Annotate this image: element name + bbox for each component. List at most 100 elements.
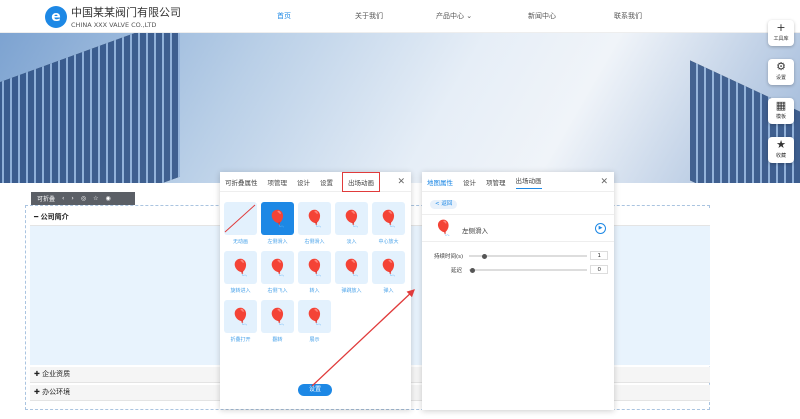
duration-slider[interactable] <box>469 253 587 259</box>
play-icon[interactable]: ▶ <box>595 223 606 234</box>
animation-label: 右侧滑入 <box>304 239 325 245</box>
animation-label: 弹入 <box>383 288 394 294</box>
no-animation-icon <box>224 202 257 235</box>
balloon-icon: 🎈 <box>261 300 294 333</box>
nav-products-label: 产品中心 <box>436 12 464 20</box>
animation-option[interactable]: 🎈 弹跳放入 <box>335 251 368 294</box>
gear-icon: ⚙ <box>776 60 786 73</box>
animation-label: 淡入 <box>346 239 357 245</box>
toolbox-label: 工具库 <box>773 36 789 42</box>
star-outline-icon[interactable]: ☆ <box>93 195 98 202</box>
animation-option[interactable]: 🎈 中心放大 <box>372 202 405 245</box>
template-label: 模板 <box>775 114 786 120</box>
banner-image <box>0 33 800 183</box>
section-title: 办公环境 <box>42 388 71 396</box>
animation-option[interactable]: 🎈 旋转进入 <box>224 251 257 294</box>
animation-option[interactable]: 🎈 右侧飞入 <box>261 251 294 294</box>
tab-items[interactable]: 项管理 <box>486 177 506 187</box>
nav-about[interactable]: 关于我们 <box>355 11 383 21</box>
balloon-icon: 🎈 <box>298 300 331 333</box>
logo-cn: 中国某某阀门有限公司 <box>71 6 181 19</box>
back-button[interactable]: < 返回 <box>430 200 458 209</box>
fold-toolbar-label: 可折叠 <box>37 196 56 203</box>
animation-label: 折叠打开 <box>230 337 251 343</box>
settings-button[interactable]: ⚙ 设置 <box>768 59 794 85</box>
delay-slider[interactable] <box>469 267 587 273</box>
tab-entrance-animation[interactable]: 出场动画 <box>515 175 542 189</box>
tab-settings[interactable]: 设置 <box>320 177 333 187</box>
section-title: 企业资质 <box>42 370 71 378</box>
tab-fold-props[interactable]: 可折叠属性 <box>225 177 258 187</box>
close-icon[interactable]: ✕ <box>600 177 608 187</box>
template-icon: ▦ <box>775 99 787 112</box>
logo-icon: e <box>45 5 67 28</box>
animation-name: 左侧滑入 <box>462 227 488 235</box>
animation-option[interactable]: 🎈 淡入 <box>335 202 368 245</box>
logo[interactable]: e 中国某某阀门有限公司 CHINA XXX VALVE CO.,LTD <box>45 4 181 29</box>
favorite-label: 收藏 <box>775 153 786 159</box>
balloon-icon: 🎈 <box>372 251 405 284</box>
balloon-icon: 🎈 <box>261 202 294 235</box>
animation-option[interactable]: 🎈 转入 <box>298 251 331 294</box>
layers-icon[interactable]: ◎ <box>81 195 86 202</box>
animation-option[interactable]: 🎈 折叠打开 <box>224 300 257 343</box>
balloon-icon: 🎈 <box>335 202 368 235</box>
animation-option[interactable]: 🎈 左侧滑入 <box>261 202 294 245</box>
animation-label: 翻转 <box>272 337 283 343</box>
nav-products[interactable]: 产品中心 ⌄ <box>436 11 472 21</box>
animation-label: 左侧滑入 <box>267 239 288 245</box>
minus-icon: ━ <box>34 213 39 221</box>
plus-icon: + <box>776 21 786 34</box>
balloon-icon: 🎈 <box>298 251 331 284</box>
animation-grid: 无动画 🎈 左侧滑入 🎈 右侧滑入 🎈 淡入 🎈 中心放大 🎈 旋转进入 🎈 右侧飞入 🎈 转入 🎈 弹跳放入 🎈… <box>224 202 405 343</box>
tab-map-props[interactable]: 地图属性 <box>427 177 453 187</box>
prev-icon[interactable]: ‹ <box>62 195 64 202</box>
chevron-down-icon: ⌄ <box>466 12 473 20</box>
building-left <box>0 33 180 183</box>
nav-home[interactable]: 首页 <box>277 11 291 21</box>
balloon-icon: 🎈 <box>261 251 294 284</box>
plus-icon: ✚ <box>34 370 40 378</box>
tab-entrance-animation[interactable]: 出场动画 <box>342 171 380 192</box>
duration-input[interactable]: 1 <box>590 251 608 260</box>
logo-en: CHINA XXX VALVE CO.,LTD <box>71 21 157 29</box>
animation-option[interactable]: 🎈 翻转 <box>261 300 294 343</box>
balloon-icon: 🎈 <box>224 300 257 333</box>
slider-handle[interactable] <box>470 267 475 273</box>
delay-label: 延迟 <box>451 268 463 274</box>
site-header: e 中国某某阀门有限公司 CHINA XXX VALVE CO.,LTD 首页 … <box>0 0 800 33</box>
star-icon: ★ <box>776 138 786 151</box>
toolbox-button[interactable]: + 工具库 <box>768 20 794 46</box>
nav-contact[interactable]: 联系我们 <box>614 11 642 21</box>
next-icon[interactable]: › <box>71 195 73 202</box>
tab-design[interactable]: 设计 <box>463 177 476 187</box>
favorite-button[interactable]: ★ 收藏 <box>768 137 794 163</box>
balloon-icon: 🎈 <box>335 251 368 284</box>
plus-icon: ✚ <box>34 388 40 396</box>
delay-input[interactable]: 0 <box>590 265 608 274</box>
template-button[interactable]: ▦ 模板 <box>768 98 794 124</box>
balloon-icon: 🎈 <box>224 251 257 284</box>
close-icon[interactable]: ✕ <box>397 177 405 187</box>
animation-label: 旋转进入 <box>230 288 251 294</box>
animation-label: 转入 <box>309 288 320 294</box>
animation-option[interactable]: 🎈 弹入 <box>372 251 405 294</box>
animation-label: 无动画 <box>232 239 248 245</box>
nav-news[interactable]: 新闻中心 <box>528 11 556 21</box>
animation-label: 中心放大 <box>378 239 399 245</box>
settings-button[interactable]: 设置 <box>298 384 332 396</box>
animation-option[interactable]: 🎈 展示 <box>298 300 331 343</box>
balloon-icon: 🎈 <box>434 219 453 237</box>
animation-option[interactable]: 🎈 右侧滑入 <box>298 202 331 245</box>
eye-icon[interactable]: ◉ <box>105 195 110 202</box>
animation-label: 右侧飞入 <box>267 288 288 294</box>
animation-option[interactable]: 无动画 <box>224 202 257 245</box>
animation-panel: 可折叠属性 项管理 设计 设置 出场动画 ✕ 无动画 🎈 左侧滑入 🎈 右侧滑入 🎈 淡入 🎈… <box>220 171 411 409</box>
tab-items[interactable]: 项管理 <box>268 177 288 187</box>
panel-tabs: 可折叠属性 项管理 设计 设置 出场动画 ✕ <box>220 171 411 192</box>
fold-toolbar: 可折叠 ‹ › ◎ ☆ ◉ <box>31 192 135 205</box>
slider-handle[interactable] <box>482 253 487 259</box>
animation-label: 展示 <box>309 337 320 343</box>
tab-design[interactable]: 设计 <box>297 177 310 187</box>
selected-animation-row: 🎈 左侧滑入 ▶ <box>422 214 614 242</box>
